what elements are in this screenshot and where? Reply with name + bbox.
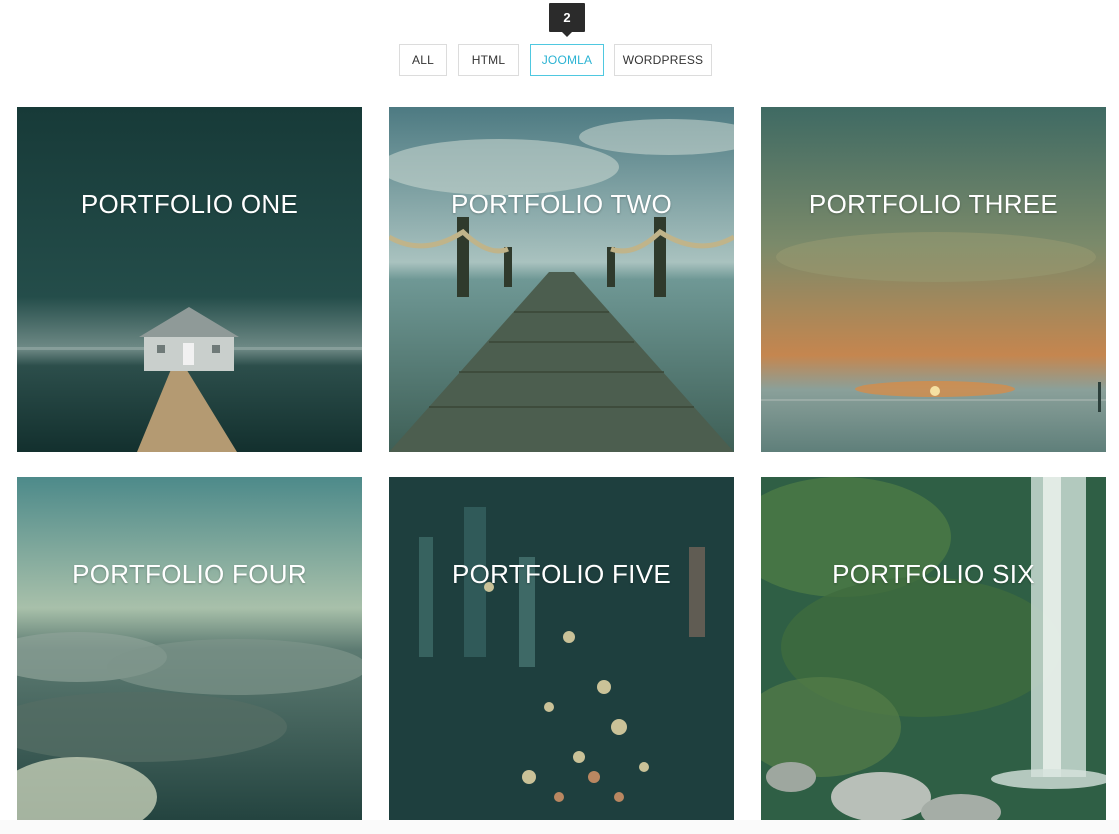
portfolio-title: PORTFOLIO TWO: [450, 189, 673, 219]
portfolio-item-two[interactable]: PORTFOLIO TWO: [389, 107, 734, 452]
pier-image: [389, 107, 734, 452]
filter-joomla-button[interactable]: JOOMLA: [530, 44, 604, 76]
portfolio-item-six[interactable]: PORTFOLIO SIX: [761, 477, 1106, 822]
portfolio-title: PORTFOLIO FIVE: [452, 559, 671, 589]
portfolio-title: PORTFOLIO SIX: [832, 559, 1035, 589]
portfolio-item-five[interactable]: PORTFOLIO FIVE: [389, 477, 734, 822]
boathouse-image: [17, 107, 362, 452]
portfolio-item-one[interactable]: PORTFOLIO ONE: [17, 107, 362, 452]
portfolio-item-three[interactable]: PORTFOLIO THREE: [761, 107, 1106, 452]
page-bottom-edge: [0, 820, 1119, 834]
filter-html-button[interactable]: HTML: [458, 44, 519, 76]
clouds-image: [17, 477, 362, 822]
waterfall-image: [761, 477, 1106, 822]
filter-wordpress-button[interactable]: WORDPRESS: [614, 44, 712, 76]
portfolio-title: PORTFOLIO ONE: [80, 189, 299, 219]
portfolio-item-four[interactable]: PORTFOLIO FOUR: [17, 477, 362, 822]
sunset-image: [761, 107, 1106, 452]
portfolio-title: PORTFOLIO FOUR: [72, 559, 307, 589]
portfolio-filter-bar: 2 ALL HTML JOOMLA WORDPRESS: [0, 0, 1119, 90]
portfolio-title: PORTFOLIO THREE: [808, 189, 1059, 219]
filter-count-tooltip: 2: [549, 3, 585, 37]
filter-all-button[interactable]: ALL: [399, 44, 447, 76]
city-lights-image: [389, 477, 734, 822]
